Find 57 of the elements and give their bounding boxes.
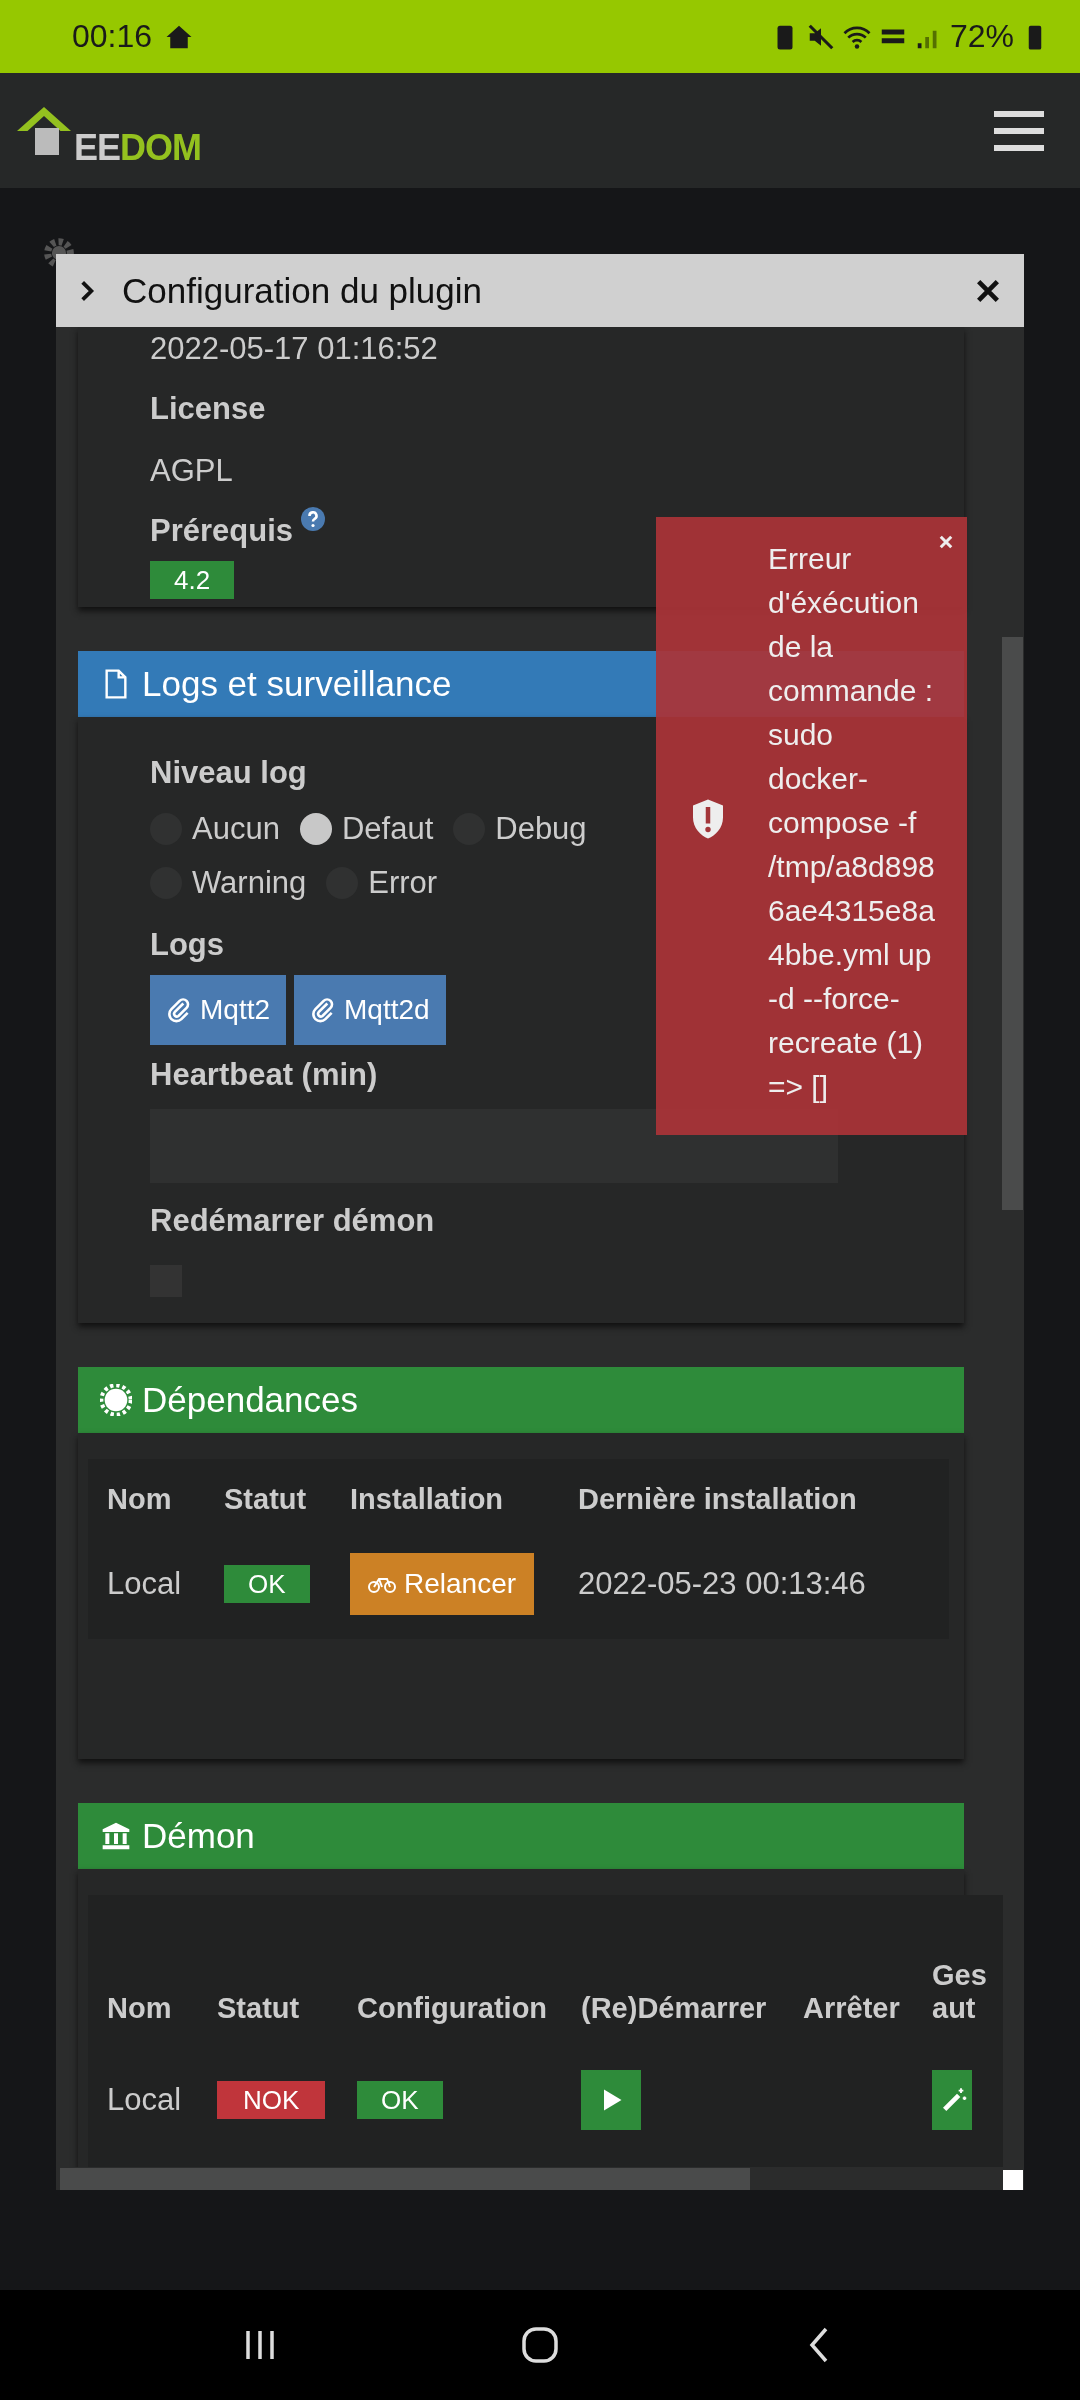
license-value: AGPL bbox=[150, 453, 233, 489]
column-header: Configuration bbox=[357, 1992, 549, 2026]
start-button[interactable] bbox=[581, 2070, 641, 2130]
section-title: Logs et surveillance bbox=[142, 664, 452, 704]
column-header: Installation bbox=[350, 1482, 505, 1516]
section-title: Démon bbox=[142, 1816, 255, 1856]
column-header: Statut bbox=[217, 1992, 301, 2026]
radio-button[interactable] bbox=[299, 813, 332, 845]
status-badge: OK bbox=[224, 1565, 310, 1603]
heartbeat-input[interactable] bbox=[150, 1109, 838, 1183]
radio-label: Warning bbox=[192, 865, 307, 901]
radio-label: Debug bbox=[495, 811, 587, 847]
table-cell-text: 2022-05-23 00:13:46 bbox=[578, 1566, 867, 1602]
bank-icon bbox=[100, 1820, 132, 1852]
install-date: 2022-05-17 01:16:52 bbox=[150, 331, 438, 367]
radio-label: Error bbox=[368, 865, 438, 901]
radio-label: Aucun bbox=[192, 811, 280, 847]
config-badge: OK bbox=[357, 2081, 443, 2119]
radio-label: Defaut bbox=[341, 811, 434, 847]
log-level-label: Niveau log bbox=[150, 755, 307, 791]
horizontal-scrollbar[interactable] bbox=[60, 2168, 750, 2190]
heartbeat-label: Heartbeat (min) bbox=[150, 1057, 378, 1093]
close-icon[interactable] bbox=[937, 533, 955, 551]
status-time: 00:16 bbox=[72, 18, 153, 55]
column-header: Nom bbox=[107, 1482, 173, 1516]
home-button-icon[interactable] bbox=[520, 2325, 560, 2365]
version-badge: 4.2 bbox=[150, 561, 235, 599]
column-header: Nom bbox=[107, 1992, 173, 2026]
resize-handle[interactable] bbox=[1003, 2170, 1023, 2190]
logo[interactable]: EEDOM bbox=[14, 92, 202, 169]
auto-manage-button[interactable] bbox=[932, 2070, 972, 2130]
column-header: (Re)Démarrer bbox=[581, 1992, 768, 2026]
table-cell-text: Local bbox=[107, 1566, 183, 1602]
error-message: Erreur d'éxécution de la commande : sudo docker-compose -f /tmp/a8d8986ae4315e8a4bbe.yml up -d --force-recreate (1) => [] bbox=[768, 541, 936, 1105]
prerequisite-label: Prérequis bbox=[150, 513, 293, 549]
column-header: Ges aut bbox=[932, 1959, 988, 2026]
column-header: Statut bbox=[224, 1482, 308, 1516]
logs-label: Logs bbox=[150, 927, 225, 963]
wand-icon bbox=[940, 2086, 968, 2114]
modal-title: Configuration du plugin bbox=[122, 270, 482, 311]
relaunch-button[interactable]: Relancer bbox=[350, 1553, 535, 1615]
log-button[interactable]: Mqtt2d bbox=[294, 975, 446, 1045]
column-header: Dernière installation bbox=[578, 1482, 858, 1516]
column-header: Arrêter bbox=[803, 1992, 901, 2026]
paperclip-icon bbox=[166, 997, 192, 1023]
status-badge: NOK bbox=[217, 2081, 326, 2119]
table-cell-text: Local bbox=[107, 2082, 183, 2118]
log-button[interactable]: Mqtt2 bbox=[150, 975, 287, 1045]
license-label: License bbox=[150, 391, 266, 427]
help-icon[interactable] bbox=[301, 507, 325, 531]
menu-icon[interactable] bbox=[994, 110, 1044, 151]
battery-percent: 72% bbox=[949, 18, 1014, 55]
vertical-scrollbar[interactable] bbox=[1002, 637, 1023, 1210]
shield-warning-icon bbox=[690, 797, 726, 841]
badge-icon bbox=[100, 1384, 132, 1416]
section-title: Dépendances bbox=[142, 1380, 358, 1420]
restart-label: Redémarrer démon bbox=[150, 1203, 435, 1239]
